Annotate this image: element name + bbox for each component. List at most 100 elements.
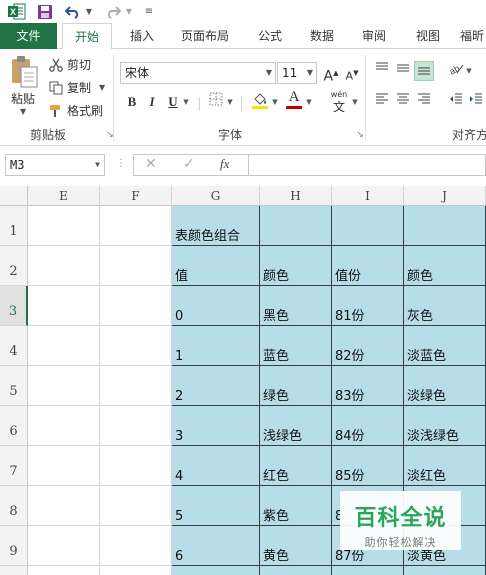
enter-icon[interactable]: ✓ (183, 156, 195, 172)
cell-h8[interactable]: 紫色 (260, 486, 332, 526)
cell-j4[interactable]: 淡蓝色 (404, 326, 486, 366)
cell-f2[interactable] (100, 246, 172, 286)
cell-f1[interactable] (100, 206, 172, 246)
tab-insert[interactable]: 插入 (122, 23, 162, 49)
cell-g10[interactable] (172, 566, 260, 575)
orientation-dropdown-icon[interactable]: ▼ (464, 61, 474, 81)
cell-g1[interactable]: 表颜色组合 (172, 206, 260, 246)
paste-dropdown-icon[interactable]: ▼ (20, 107, 26, 116)
font-size-dropdown-icon[interactable]: ▼ (307, 63, 313, 83)
font-dialog-launcher-icon[interactable]: ↘ (350, 125, 370, 145)
cell-j6[interactable]: 淡浅绿色 (404, 406, 486, 446)
row-header-5[interactable]: 5 (0, 366, 28, 406)
formula-input[interactable] (249, 154, 486, 176)
cell-f3[interactable] (100, 286, 172, 326)
name-box[interactable]: M3 ▼ (5, 154, 105, 176)
borders-dropdown-icon[interactable]: ▼ (225, 92, 235, 112)
cell-e3[interactable] (28, 286, 100, 326)
undo-dropdown-icon[interactable]: ▼ (84, 3, 94, 20)
cell-g2[interactable]: 值 (172, 246, 260, 286)
cell-j5[interactable]: 淡绿色 (404, 366, 486, 406)
cell-f9[interactable] (100, 526, 172, 566)
customize-toolbar-icon[interactable]: ≡ (144, 3, 154, 20)
cell-i3[interactable]: 81份 (332, 286, 404, 326)
cut-button[interactable]: 剪切 (49, 56, 91, 73)
borders-button[interactable] (206, 92, 226, 112)
save-icon[interactable] (36, 3, 54, 20)
cell-h3[interactable]: 黑色 (260, 286, 332, 326)
name-box-dropdown-icon[interactable]: ▼ (95, 155, 100, 175)
align-bottom-button[interactable] (414, 61, 434, 81)
tab-data[interactable]: 数据 (300, 23, 344, 49)
row-header-10[interactable] (0, 566, 28, 575)
cell-i5[interactable]: 83份 (332, 366, 404, 406)
row-header-2[interactable]: 2 (0, 246, 28, 286)
cell-h2[interactable]: 颜色 (260, 246, 332, 286)
font-size-combo[interactable]: 11 ▼ (277, 62, 317, 84)
cell-e7[interactable] (28, 446, 100, 486)
tab-formulas[interactable]: 公式 (248, 23, 292, 49)
cancel-icon[interactable]: ✕ (145, 156, 157, 172)
column-header-e[interactable]: E (28, 186, 100, 206)
cell-j1[interactable] (404, 206, 486, 246)
cell-j7[interactable]: 淡红色 (404, 446, 486, 486)
grow-font-button[interactable]: A▲ (321, 63, 341, 85)
copy-dropdown-icon[interactable]: ▼ (99, 83, 105, 92)
align-right-button[interactable] (414, 92, 434, 112)
cell-h9[interactable]: 黄色 (260, 526, 332, 566)
tab-page-layout[interactable]: 页面布局 (172, 23, 238, 49)
cell-i2[interactable]: 值份 (332, 246, 404, 286)
cell-i10[interactable] (332, 566, 404, 575)
cell-f7[interactable] (100, 446, 172, 486)
row-header-6[interactable]: 6 (0, 406, 28, 446)
cell-g8[interactable]: 5 (172, 486, 260, 526)
align-center-button[interactable] (393, 92, 413, 112)
row-header-8[interactable]: 8 (0, 486, 28, 526)
cell-f5[interactable] (100, 366, 172, 406)
cell-e1[interactable] (28, 206, 100, 246)
row-header-9[interactable]: 9 (0, 526, 28, 566)
undo-icon[interactable] (64, 3, 82, 20)
cell-e4[interactable] (28, 326, 100, 366)
fill-color-dropdown-icon[interactable]: ▼ (270, 92, 280, 112)
cell-e9[interactable] (28, 526, 100, 566)
cell-g7[interactable]: 4 (172, 446, 260, 486)
redo-dropdown-icon[interactable]: ▼ (124, 3, 134, 20)
font-color-button[interactable]: A (285, 89, 303, 111)
cell-e2[interactable] (28, 246, 100, 286)
cell-h1[interactable] (260, 206, 332, 246)
tab-foxit[interactable]: 福昕 (460, 23, 486, 49)
row-header-7[interactable]: 7 (0, 446, 28, 486)
tab-file[interactable]: 文件 (0, 23, 57, 49)
align-top-button[interactable] (372, 61, 392, 81)
select-all-corner[interactable] (0, 186, 28, 206)
cell-e5[interactable] (28, 366, 100, 406)
cell-j2[interactable]: 颜色 (404, 246, 486, 286)
underline-button[interactable]: U (163, 92, 183, 112)
cell-h7[interactable]: 红色 (260, 446, 332, 486)
cell-h6[interactable]: 浅绿色 (260, 406, 332, 446)
cell-f4[interactable] (100, 326, 172, 366)
phonetic-dropdown-icon[interactable]: ▼ (350, 92, 360, 112)
clipboard-dialog-launcher-icon[interactable]: ↘ (100, 125, 120, 145)
shrink-font-button[interactable]: A▼ (342, 63, 362, 83)
row-header-4[interactable]: 4 (0, 326, 28, 366)
italic-button[interactable]: I (142, 92, 162, 112)
cell-e8[interactable] (28, 486, 100, 526)
fill-color-button[interactable] (250, 91, 270, 111)
tab-review[interactable]: 审阅 (352, 23, 396, 49)
cell-h4[interactable]: 蓝色 (260, 326, 332, 366)
font-name-dropdown-icon[interactable]: ▼ (266, 63, 272, 83)
column-header-j[interactable]: J (404, 186, 486, 206)
column-header-g[interactable]: G (172, 186, 260, 206)
cell-i1[interactable] (332, 206, 404, 246)
cell-i7[interactable]: 85份 (332, 446, 404, 486)
cell-g9[interactable]: 6 (172, 526, 260, 566)
decrease-indent-button[interactable] (446, 92, 466, 112)
cell-g5[interactable]: 2 (172, 366, 260, 406)
cell-g4[interactable]: 1 (172, 326, 260, 366)
cell-i6[interactable]: 84份 (332, 406, 404, 446)
align-middle-button[interactable] (393, 61, 413, 81)
align-left-button[interactable] (372, 92, 392, 112)
copy-button[interactable]: 复制 ▼ (49, 79, 105, 96)
